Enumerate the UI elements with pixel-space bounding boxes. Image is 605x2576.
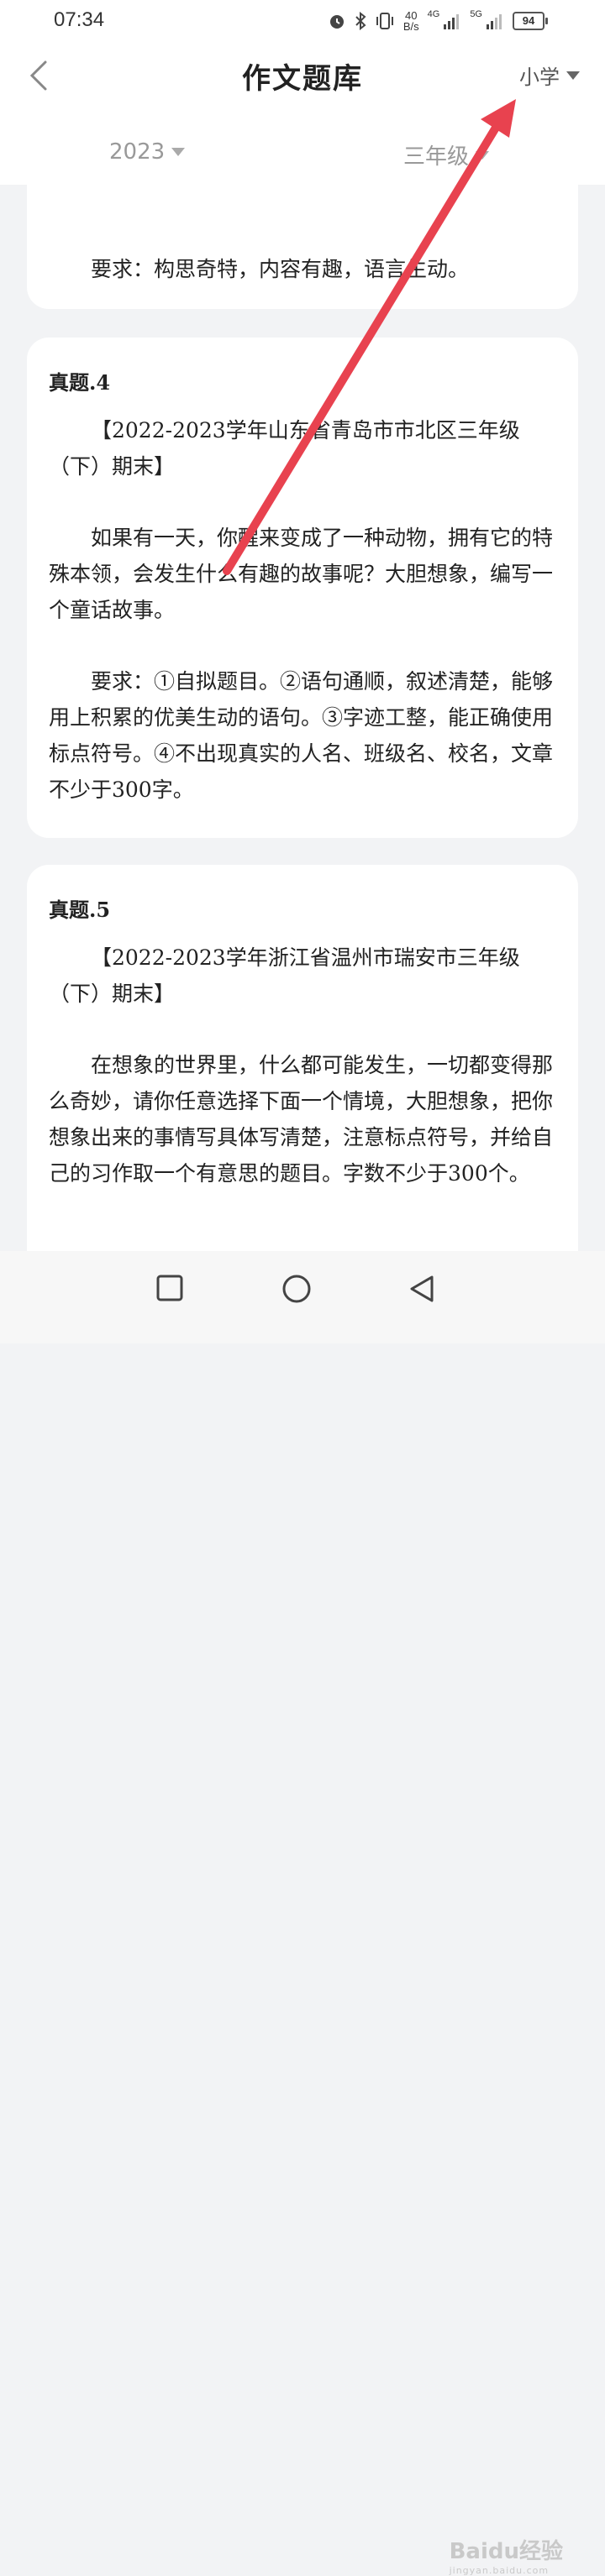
header: 作文题库 小学 2023 三年级 [0,42,605,185]
signal-icon [444,14,460,29]
alarm-icon [329,15,344,29]
question-source: 【2022-2023学年山东省青岛市市北区三年级（下）期末】 [49,418,520,479]
status-icons: 40 B/s 4G 5G 94 [328,7,548,35]
question-prompt: 如果有一天，你醒来变成了一种动物，拥有它的特殊本领，会发生什么有趣的故事呢？大胆… [49,526,554,622]
year-dropdown[interactable]: 2023 [109,139,186,165]
year-label: 2023 [109,139,166,165]
status-bar: 07:34 40 B/s 4G 5G 94 [0,0,605,42]
level-dropdown[interactable]: 小学 [519,60,580,90]
question-title: 真题.4 [49,370,111,395]
chevron-down-icon [566,71,580,80]
question-title: 真题.5 [49,898,111,922]
chevron-down-icon [171,148,186,156]
question-source: 【2022-2023学年浙江省温州市瑞安市三年级（下）期末】 [49,945,520,1006]
network-type-2: 5G [470,9,482,19]
question-prompt: 在想象的世界里，什么都可能发生，一切都变得那么奇妙，请你任意选择下面一个情境，大… [49,1053,554,1186]
chevron-down-icon [476,150,490,160]
signal-icon [487,14,502,29]
vibrate-icon [376,13,393,29]
question-card[interactable]: 要求：构思奇特，内容有趣，语言生动。 [27,185,578,309]
back-icon[interactable] [408,1275,435,1303]
question-card[interactable]: 真题.5 【2022-2023学年浙江省温州市瑞安市三年级（下）期末】 在想象的… [27,865,578,1251]
grade-label: 三年级 [403,144,470,170]
status-time: 07:34 [54,8,105,31]
system-nav-bar: Baidu经验 jingyan.baidu.com [0,1251,605,2576]
requirement-text: 要求：构思奇特，内容有趣，语言生动。 [91,257,470,281]
page-title: 作文题库 [242,62,363,96]
network-type-1: 4G [427,9,440,19]
grade-dropdown[interactable]: 三年级 [403,139,490,170]
question-list[interactable]: 要求：构思奇特，内容有趣，语言生动。 真题.4 【2022-2023学年山东省青… [0,185,605,1251]
watermark-logo: Baidu经验 jingyan.baidu.com [449,2539,563,2576]
question-card[interactable]: 真题.4 【2022-2023学年山东省青岛市市北区三年级（下）期末】 如果有一… [27,338,578,838]
home-icon[interactable] [282,1275,311,1303]
network-speed: 40 B/s [402,9,419,33]
recent-apps-icon[interactable] [156,1275,183,1301]
requirement-text: 要求：①自拟题目。②语句通顺，叙述清楚，能够用上积累的优美生动的语句。③字迹工整… [49,669,554,802]
bluetooth-icon [355,12,366,30]
level-label: 小学 [519,65,560,89]
battery-indicator: 94 [513,12,548,30]
